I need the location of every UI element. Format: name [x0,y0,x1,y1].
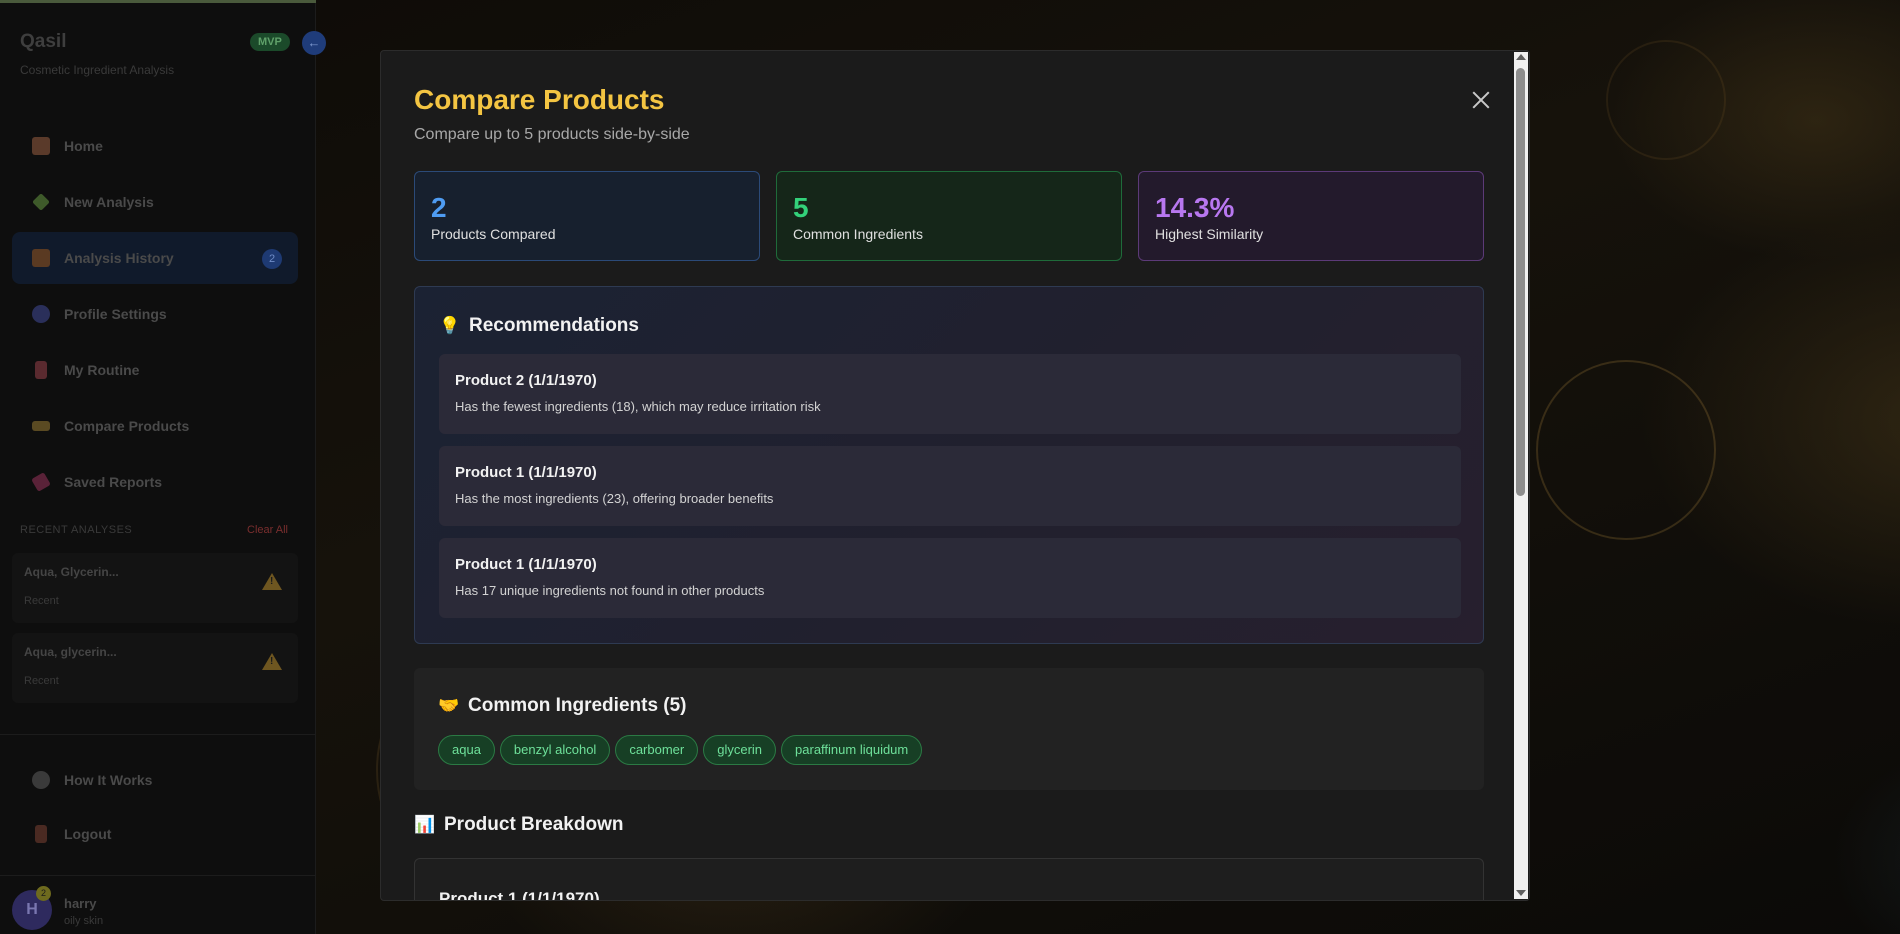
recent-analysis-item[interactable]: Aqua, glycerin... Recent ! [12,633,298,703]
recommendations-title: Recommendations [469,315,639,336]
clear-all-link[interactable]: Clear All [247,524,288,536]
user-skin-type: oily skin [64,915,104,927]
nav-item-logout[interactable]: Logout [12,808,298,860]
recommendation-description: Has 17 unique ingredients not found in o… [455,583,765,598]
ingredient-tag: paraffinum liquidum [781,735,923,765]
book-icon [32,249,50,267]
brand-tagline: Cosmetic Ingredient Analysis [20,63,175,77]
scroll-up-arrow-icon[interactable] [1516,54,1526,60]
bar-chart-icon: 📊 [414,815,436,834]
recent-analysis-title: Aqua, glycerin... [24,645,117,659]
product-breakdown-card: Product 1 (1/1/1970) [414,858,1484,901]
recent-analysis-time: Recent [24,595,59,607]
nav-label: Compare Products [64,418,190,434]
home-icon [32,137,50,155]
nav-label: Analysis History [64,250,174,266]
scales-icon [32,421,50,431]
recommendations-heading: 💡 Recommendations [439,315,639,337]
recommendation-title: Product 1 (1/1/1970) [455,464,597,481]
bookmark-icon [31,472,51,492]
stat-label: Common Ingredients [793,226,923,242]
warning-icon: ! [262,653,282,670]
avatar-badge: 2 [36,886,51,901]
nav-label: New Analysis [64,194,154,210]
user-name: harry [64,896,97,911]
recommendations-section: 💡 Recommendations Product 2 (1/1/1970) H… [414,286,1484,644]
scroll-down-arrow-icon[interactable] [1516,890,1526,896]
stat-highest-similarity: 14.3% Highest Similarity [1138,171,1484,261]
recent-analysis-item[interactable]: Aqua, Glycerin... Recent ! [12,553,298,623]
product-breakdown-heading: 📊 Product Breakdown [414,814,623,836]
product-breakdown-card-title: Product 1 (1/1/1970) [439,889,600,901]
scrollbar-thumb[interactable] [1516,68,1525,496]
ingredient-tag: aqua [438,735,495,765]
recommendation-card: Product 1 (1/1/1970) Has 17 unique ingre… [439,538,1461,618]
recent-analysis-title: Aqua, Glycerin... [24,565,119,579]
nav-item-home[interactable]: Home [12,120,298,172]
stat-products-compared: 2 Products Compared [414,171,760,261]
nav-label: My Routine [64,362,140,378]
sidebar: Qasil Cosmetic Ingredient Analysis MVP ←… [0,3,326,934]
recommendation-card: Product 1 (1/1/1970) Has the most ingred… [439,446,1461,526]
ingredient-tag: carbomer [615,735,699,765]
nav-label: Saved Reports [64,474,163,490]
gear-icon [32,771,50,789]
stat-value: 5 [793,192,809,223]
recommendation-title: Product 1 (1/1/1970) [455,556,597,573]
nav-label: Logout [64,826,112,842]
nav-label: How It Works [64,772,153,788]
nav-label: Home [64,138,103,154]
stat-value: 2 [431,192,447,223]
handshake-icon: 🤝 [438,696,460,715]
compare-products-modal: Compare Products Compare up to 5 product… [380,50,1530,901]
ingredient-tag: glycerin [703,735,777,765]
recommendation-title: Product 2 (1/1/1970) [455,372,597,389]
modal-subtitle: Compare up to 5 products side-by-side [414,126,690,143]
recommendation-description: Has the most ingredients (23), offering … [455,491,774,506]
warning-icon: ! [262,573,282,590]
sidebar-divider [0,875,316,876]
nav-item-profile-settings[interactable]: Profile Settings [12,288,298,340]
close-icon[interactable] [1464,83,1498,117]
stat-value: 14.3% [1155,192,1235,223]
recent-analyses-heading: RECENT ANALYSES [20,524,133,536]
nav-item-my-routine[interactable]: My Routine [12,344,298,396]
pencil-icon [32,193,50,211]
door-icon [35,825,47,843]
recommendation-description: Has the fewest ingredients (18), which m… [455,399,821,414]
bottle-icon [35,361,47,379]
nav-item-compare-products[interactable]: Compare Products [12,400,298,452]
history-count-badge: 2 [262,249,282,269]
product-breakdown-title: Product Breakdown [444,814,624,835]
common-ingredients-title: Common Ingredients (5) [468,695,687,716]
common-ingredients-heading: 🤝 Common Ingredients (5) [438,695,687,717]
sidebar-divider [0,734,316,735]
stat-common-ingredients: 5 Common Ingredients [776,171,1122,261]
nav-item-analysis-history[interactable]: Analysis History 2 [12,232,298,284]
ingredient-tag: benzyl alcohol [499,735,611,765]
modal-title: Compare Products [414,84,665,115]
common-ingredients-section: 🤝 Common Ingredients (5) aqua benzyl alco… [414,668,1484,790]
user-icon [32,305,50,323]
lightbulb-icon: 💡 [439,316,461,335]
nav-item-new-analysis[interactable]: New Analysis [12,176,298,228]
brand-name: Qasil [20,31,67,52]
ingredient-tag-list: aqua benzyl alcohol carbomer glycerin paraff… [438,735,927,765]
mvp-badge: MVP [250,33,290,51]
recommendation-card: Product 2 (1/1/1970) Has the fewest ingr… [439,354,1461,434]
stat-label: Highest Similarity [1155,226,1264,242]
collapse-sidebar-button[interactable]: ← [302,31,326,55]
nav-label: Profile Settings [64,306,167,322]
nav-item-how-it-works[interactable]: How It Works [12,754,298,806]
stat-label: Products Compared [431,226,556,242]
nav-item-saved-reports[interactable]: Saved Reports [12,456,298,508]
recent-analysis-time: Recent [24,675,59,687]
